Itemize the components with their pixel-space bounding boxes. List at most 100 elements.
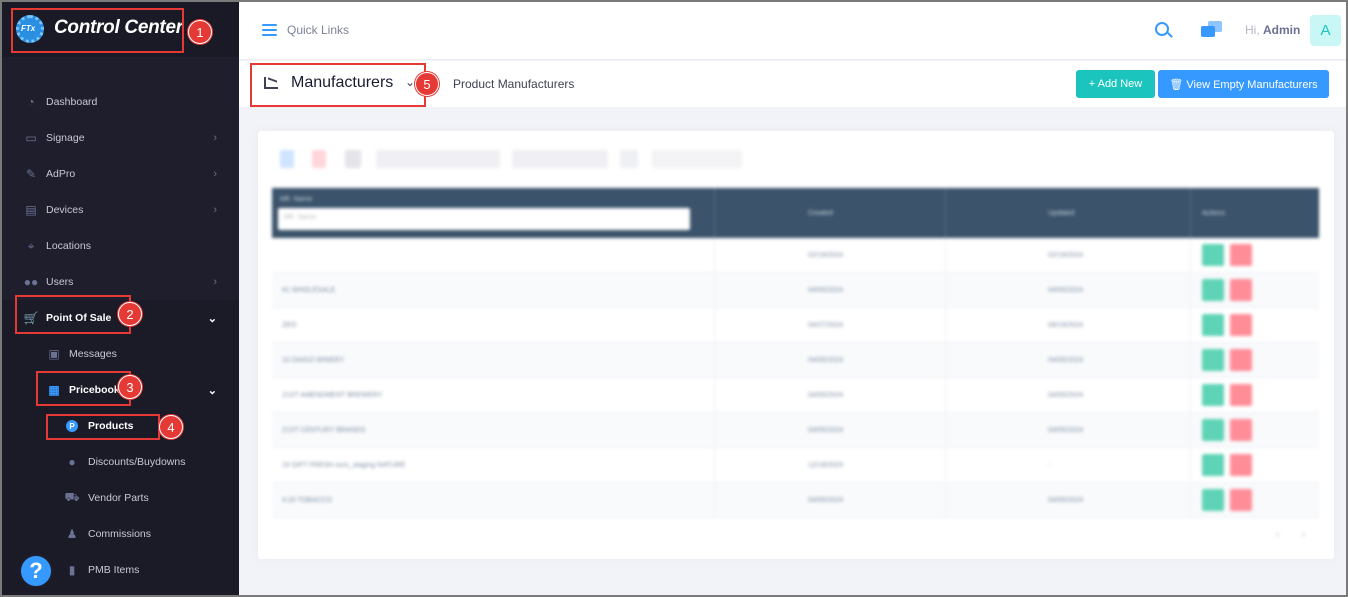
cell-created: 04/27/2024 xyxy=(808,322,844,329)
monitor-icon: ▭ xyxy=(25,131,37,145)
sidebar-item-vendor-parts[interactable]: ⛟ Vendor Parts xyxy=(2,480,239,516)
avatar[interactable]: A xyxy=(1310,15,1341,46)
table-row[interactable]: 02/19/2024 02/19/2024 xyxy=(272,238,1319,273)
delete-button[interactable] xyxy=(1230,279,1252,301)
delete-button[interactable] xyxy=(1230,454,1252,476)
view-deleted-button[interactable] xyxy=(376,150,500,168)
cell-updated: 04/05/2024 xyxy=(1048,287,1084,294)
page-subtitle: Product Manufacturers xyxy=(453,77,575,91)
edit-button[interactable] xyxy=(1202,384,1224,406)
toggle-fields-button[interactable] xyxy=(512,150,608,168)
edit-button[interactable] xyxy=(1202,489,1224,511)
table-row[interactable]: 24 GIFT FRESH ours_staging NATURE 12/19/2… xyxy=(272,448,1319,483)
chevron-right-icon: › xyxy=(213,168,217,180)
cell-name: 21ST AMENDMENT BREWERY xyxy=(282,392,383,399)
cell-updated: 02/19/2024 xyxy=(1048,252,1084,259)
column-divider xyxy=(945,273,946,308)
sidebar-item-discounts-buydowns[interactable]: ● Discounts/Buydowns xyxy=(2,444,239,480)
table-row[interactable]: 10 DAIGO WINERY 04/05/2024 04/05/2024 xyxy=(272,343,1319,378)
sidebar-item-signage[interactable]: ▭ Signage › xyxy=(2,120,239,156)
cell-updated: 04/05/2024 xyxy=(1048,392,1084,399)
discount-icon: ● xyxy=(68,455,76,469)
column-divider xyxy=(1190,273,1191,308)
column-divider xyxy=(945,343,946,378)
sidebar-item-label: Locations xyxy=(46,240,91,252)
sidebar-item-devices[interactable]: ▤ Devices › xyxy=(2,192,239,228)
prev-page-icon[interactable]: ‹ xyxy=(1276,529,1279,540)
chevron-down-icon: ⌄ xyxy=(207,312,217,325)
sidebar-item-label: Messages xyxy=(69,348,117,360)
topbar: Quick Links Hi, Admin A xyxy=(239,2,1346,60)
cell-name: 4:20 TOBACCO xyxy=(282,497,332,504)
chevron-right-icon: › xyxy=(213,276,217,288)
cell-created: 04/05/2024 xyxy=(808,357,844,364)
page-size-select[interactable] xyxy=(652,150,742,168)
edit-button[interactable] xyxy=(1202,314,1224,336)
chevron-right-icon: › xyxy=(213,132,217,144)
column-divider xyxy=(1190,188,1191,238)
sidebar-item-label: Discounts/Buydowns xyxy=(88,456,186,468)
annotation-box-products xyxy=(46,414,160,440)
annotation-badge: 5 xyxy=(415,72,439,96)
users-icon: ●● xyxy=(23,275,39,289)
delete-button[interactable] xyxy=(1230,419,1252,441)
next-page-icon[interactable]: › xyxy=(1302,529,1305,540)
sidebar-item-commissions[interactable]: ♟ Commissions xyxy=(2,516,239,552)
cell-name: 21ST CENTURY BRANDS xyxy=(282,427,366,434)
column-header-updated[interactable]: Updated xyxy=(1048,210,1074,217)
menu-lines-icon[interactable] xyxy=(262,24,277,36)
table-row[interactable]: ZEO 04/27/2024 09/19/2024 xyxy=(272,308,1319,343)
columns-icon[interactable] xyxy=(620,150,638,168)
cell-created: 04/05/2024 xyxy=(808,497,844,504)
sidebar-item-locations[interactable]: ⌖ Locations xyxy=(2,228,239,264)
column-divider xyxy=(945,448,946,483)
edit-button[interactable] xyxy=(1202,244,1224,266)
delete-button[interactable] xyxy=(1230,244,1252,266)
filter-icon[interactable] xyxy=(280,150,294,168)
column-divider xyxy=(714,483,715,518)
location-icon: ⌖ xyxy=(27,238,35,253)
sidebar-item-dashboard[interactable]: ◔ Dashboard xyxy=(2,84,239,120)
annotation-badge: 3 xyxy=(118,375,142,399)
sidebar-item-label: Signage xyxy=(46,132,85,144)
column-divider xyxy=(945,483,946,518)
table-row[interactable]: #1 WHOLESALE 04/05/2024 04/05/2024 xyxy=(272,273,1319,308)
cell-name: #1 WHOLESALE xyxy=(282,287,336,294)
inbox-icon: ▣ xyxy=(48,347,60,361)
column-divider xyxy=(945,188,946,238)
column-divider xyxy=(714,448,715,483)
add-new-button[interactable]: + Add New xyxy=(1076,70,1155,98)
export-icon[interactable] xyxy=(345,150,361,168)
clear-icon[interactable] xyxy=(312,150,326,168)
quick-links[interactable]: Quick Links xyxy=(287,23,349,37)
sidebar-item-adpro[interactable]: ✎ AdPro › xyxy=(2,156,239,192)
delete-button[interactable] xyxy=(1230,349,1252,371)
cell-updated: 04/05/2024 xyxy=(1048,427,1084,434)
view-empty-manufacturers-button[interactable]: 🗑 View Empty Manufacturers xyxy=(1158,70,1329,98)
table-row[interactable]: 21ST AMENDMENT BREWERY 04/05/2024 04/05/20… xyxy=(272,378,1319,413)
delete-button[interactable] xyxy=(1230,314,1252,336)
delete-button[interactable] xyxy=(1230,384,1252,406)
column-divider xyxy=(1190,448,1191,483)
column-header-name[interactable]: Mfr. Name xyxy=(280,196,312,203)
annotation-box-brand xyxy=(11,8,184,53)
column-header-created[interactable]: Created xyxy=(808,210,833,217)
chevron-right-icon: › xyxy=(213,204,217,216)
pmb-icon: ▮ xyxy=(68,563,76,577)
cell-created: 04/05/2024 xyxy=(808,287,844,294)
table-row[interactable]: 21ST CENTURY BRANDS 04/05/2024 04/05/2024 xyxy=(272,413,1319,448)
delete-button[interactable] xyxy=(1230,489,1252,511)
user-greeting[interactable]: Hi, Admin xyxy=(1245,23,1300,37)
edit-button[interactable] xyxy=(1202,349,1224,371)
chat-icon[interactable] xyxy=(1201,21,1223,39)
sidebar-item-messages[interactable]: ▣ Messages xyxy=(2,336,239,372)
edit-button[interactable] xyxy=(1202,419,1224,441)
search-icon[interactable] xyxy=(1155,22,1169,36)
cell-created: 04/05/2024 xyxy=(808,392,844,399)
sidebar-item-label: Commissions xyxy=(88,528,152,540)
edit-button[interactable] xyxy=(1202,279,1224,301)
name-filter-input[interactable]: Mfr. Name xyxy=(278,208,690,230)
help-button[interactable]: ? xyxy=(19,554,53,588)
edit-button[interactable] xyxy=(1202,454,1224,476)
table-row[interactable]: 4:20 TOBACCO 04/05/2024 04/05/2024 xyxy=(272,483,1319,518)
